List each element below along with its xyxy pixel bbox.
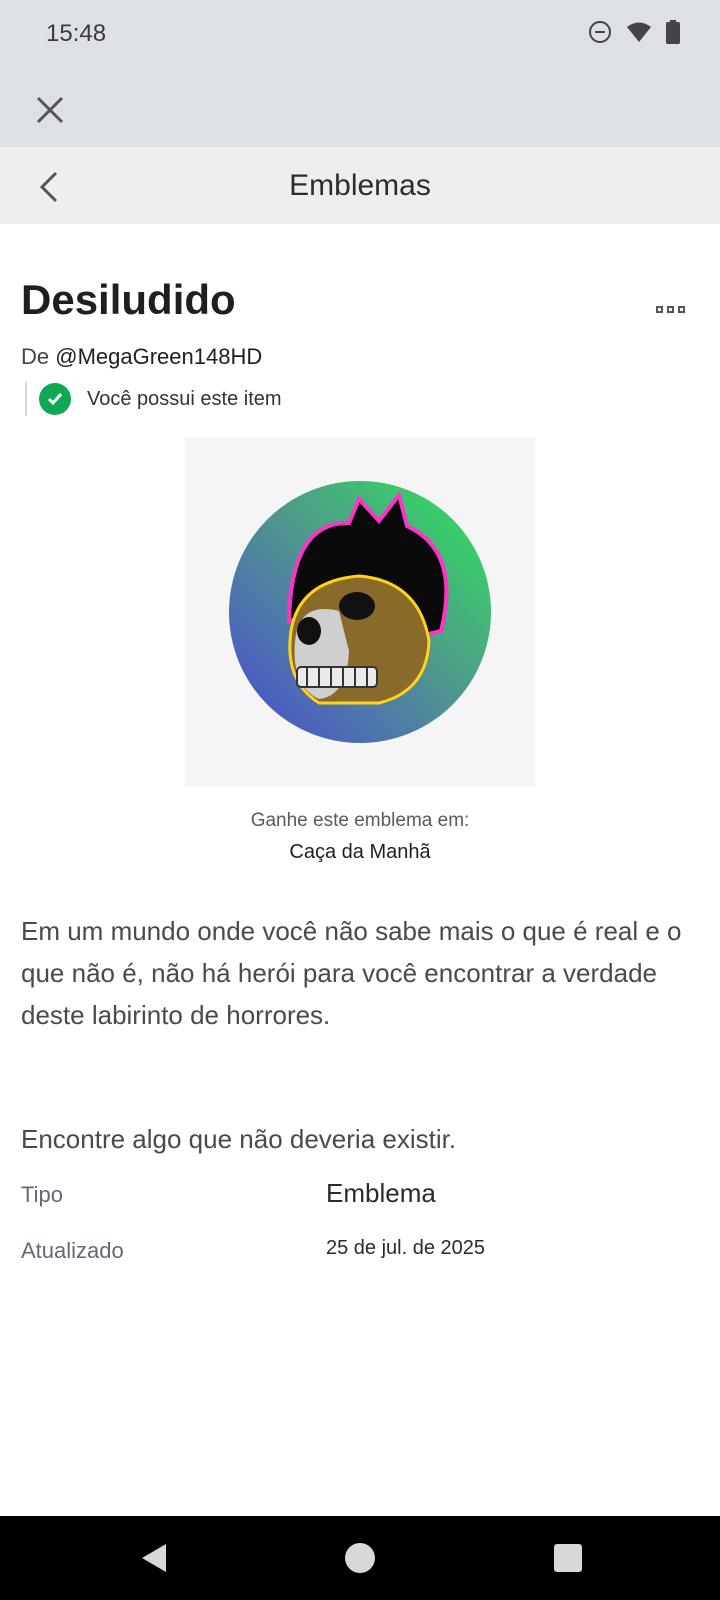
earn-game-link[interactable]: Caça da Manhã	[0, 841, 720, 864]
triangle-back-icon	[142, 1544, 166, 1572]
status-time: 15:48	[46, 20, 107, 47]
page-title: Emblemas	[289, 169, 431, 202]
creator-line: De @MegaGreen148HD	[21, 344, 262, 370]
nav-recents-button[interactable]	[550, 1540, 586, 1576]
more-options-button[interactable]	[656, 306, 685, 313]
detail-label: Atualizado	[21, 1238, 124, 1263]
creator-link[interactable]: @MegaGreen148HD	[55, 344, 262, 369]
detail-value: Emblema	[326, 1178, 436, 1208]
battery-icon	[666, 20, 680, 44]
owned-status: Você possui este item	[25, 382, 282, 416]
detail-value: 25 de jul. de 2025	[326, 1237, 486, 1259]
detail-label: Tipo	[21, 1182, 63, 1207]
owned-text: Você possui este item	[87, 387, 282, 410]
more-dot	[678, 306, 685, 313]
system-nav-bar	[0, 1516, 720, 1600]
close-icon	[36, 96, 64, 124]
do-not-disturb-icon	[589, 21, 611, 43]
nav-home-button[interactable]	[342, 1540, 378, 1576]
item-description: Em um mundo onde você não sabe mais o qu…	[21, 916, 682, 1030]
status-icons	[588, 20, 680, 44]
close-button[interactable]	[30, 90, 70, 130]
square-recents-icon	[554, 1544, 582, 1572]
more-dot	[667, 306, 674, 313]
nav-back-button[interactable]	[136, 1540, 172, 1576]
earn-label: Ganhe este emblema em:	[250, 810, 470, 831]
badge-image-frame	[185, 437, 535, 787]
creator-prefix: De	[21, 344, 50, 369]
page-header: Emblemas	[0, 147, 720, 224]
check-icon	[39, 383, 71, 415]
item-title: Desiludido	[21, 276, 236, 323]
status-bar: 15:48	[0, 0, 720, 70]
wifi-icon	[627, 22, 651, 42]
badge-hint: Encontre algo que não deveria existir.	[21, 1124, 457, 1154]
circle-home-icon	[345, 1543, 375, 1573]
more-dot	[656, 306, 663, 313]
badge-image	[229, 481, 491, 743]
close-bar	[0, 70, 720, 147]
